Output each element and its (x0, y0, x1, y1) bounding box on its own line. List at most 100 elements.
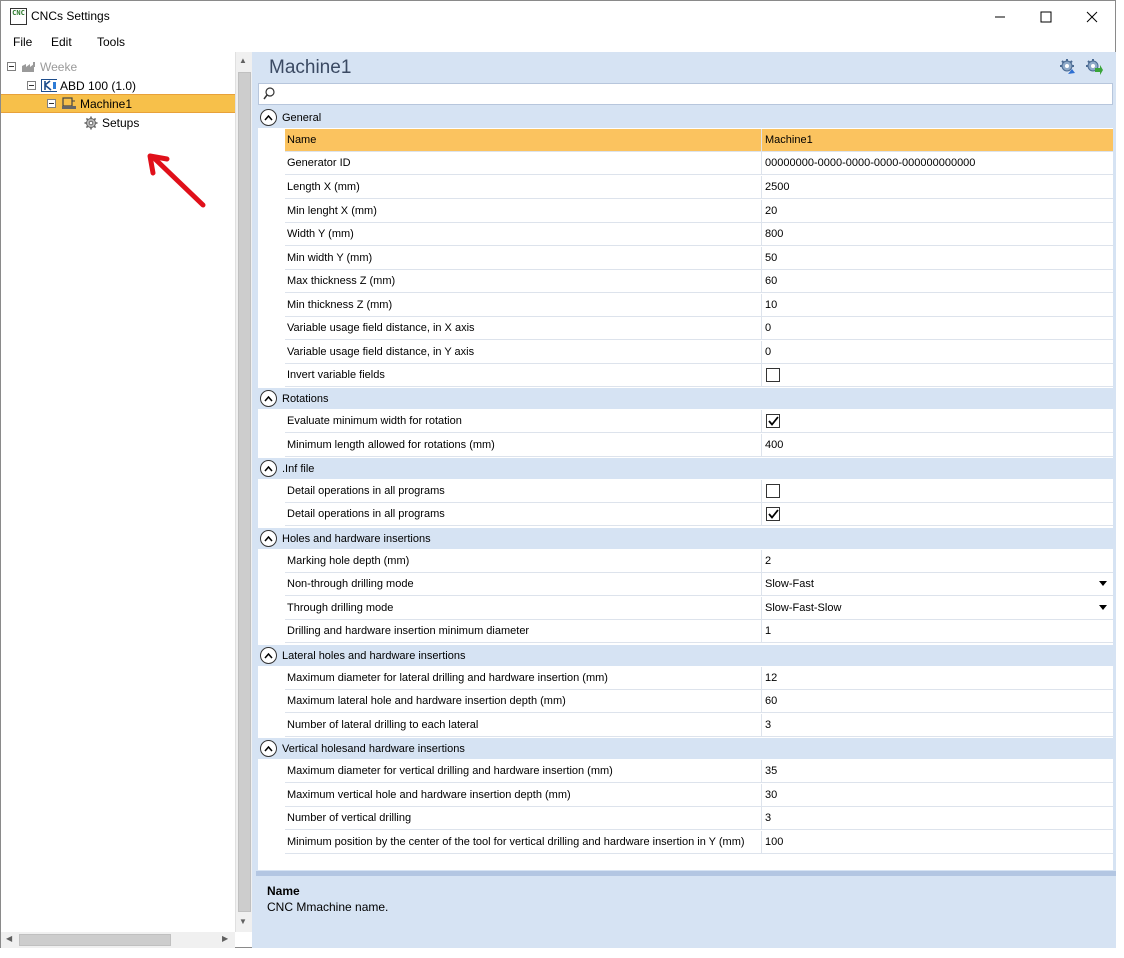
property-row[interactable]: Detail operations in all programs (285, 503, 1113, 526)
column-divider (761, 503, 762, 525)
tree-vertical-scrollbar[interactable]: ▲ ▼ (235, 52, 252, 932)
tree-node-machine1[interactable]: Machine1 (1, 94, 235, 113)
property-row[interactable]: Non-through drilling mode Slow-Fast (285, 573, 1113, 596)
close-button[interactable] (1069, 1, 1115, 32)
property-value[interactable]: 0 (765, 322, 771, 334)
tree-node-abd100[interactable]: ABD 100 (1.0) (27, 76, 136, 95)
invert-variable-fields-checkbox[interactable] (766, 368, 780, 382)
category-vertical-holes[interactable]: Vertical holesand hardware insertions (258, 738, 1113, 759)
property-row[interactable]: Min lenght X (mm) 20 (285, 200, 1113, 223)
category-general[interactable]: General (258, 107, 1113, 128)
menu-tools[interactable]: Tools (97, 35, 125, 49)
property-value[interactable]: 35 (765, 765, 777, 777)
apply-gear-icon[interactable] (1085, 58, 1103, 76)
scrollbar-thumb[interactable] (238, 72, 251, 912)
property-row[interactable]: Maximum diameter for lateral drilling an… (285, 667, 1113, 690)
property-row[interactable]: Minimum length allowed for rotations (mm… (285, 434, 1113, 457)
property-row[interactable]: Max thickness Z (mm) 60 (285, 270, 1113, 293)
property-row[interactable]: Through drilling mode Slow-Fast-Slow (285, 597, 1113, 620)
collapse-icon[interactable] (47, 99, 56, 108)
dropdown-arrow-icon[interactable] (1099, 581, 1107, 586)
scrollbar-thumb[interactable] (19, 934, 171, 946)
scroll-right-icon[interactable]: ▶ (222, 934, 228, 943)
through-drilling-select[interactable]: Slow-Fast-Slow (765, 602, 841, 614)
property-row[interactable]: Min width Y (mm) 50 (285, 247, 1113, 270)
property-value[interactable]: 0 (765, 346, 771, 358)
property-value[interactable]: 50 (765, 252, 777, 264)
property-value[interactable]: 2 (765, 555, 771, 567)
property-row[interactable]: Detail operations in all programs (285, 480, 1113, 503)
property-value[interactable]: 800 (765, 228, 783, 240)
window-title: CNCs Settings (31, 9, 110, 23)
column-divider (761, 317, 762, 339)
detail-operations-checkbox[interactable] (766, 507, 780, 521)
property-value[interactable]: 3 (765, 812, 771, 824)
property-row[interactable]: Maximum lateral hole and hardware insert… (285, 690, 1113, 713)
property-value[interactable]: 30 (765, 789, 777, 801)
property-row[interactable]: Marking hole depth (mm) 2 (285, 550, 1113, 573)
property-name: Detail operations in all programs (287, 485, 445, 497)
property-value[interactable]: Machine1 (765, 134, 813, 146)
property-name: Number of lateral drilling to each later… (287, 719, 479, 731)
property-name: Variable usage field distance, in X axis (287, 322, 475, 334)
property-value[interactable]: 00000000-0000-0000-0000-000000000000 (765, 157, 975, 169)
category-inf-file[interactable]: .Inf file (258, 458, 1113, 479)
property-row[interactable]: Maximum vertical hole and hardware inser… (285, 784, 1113, 807)
search-input[interactable] (281, 86, 1101, 102)
property-value[interactable]: 2500 (765, 181, 789, 193)
category-holes[interactable]: Holes and hardware insertions (258, 528, 1113, 549)
tree-node-setups[interactable]: Setups (83, 113, 139, 132)
property-row[interactable]: Drilling and hardware insertion minimum … (285, 620, 1113, 643)
scroll-left-icon[interactable]: ◀ (6, 934, 12, 943)
menu-edit[interactable]: Edit (51, 35, 72, 49)
scroll-up-icon[interactable]: ▲ (239, 56, 247, 65)
dropdown-arrow-icon[interactable] (1099, 605, 1107, 610)
property-row[interactable]: Width Y (mm) 800 (285, 223, 1113, 246)
property-value[interactable]: 60 (765, 275, 777, 287)
collapse-category-icon[interactable] (260, 109, 277, 126)
property-value[interactable]: 400 (765, 439, 783, 451)
collapse-category-icon[interactable] (260, 460, 277, 477)
column-divider (761, 223, 762, 245)
category-rotations[interactable]: Rotations (258, 388, 1113, 409)
property-row[interactable]: Length X (mm) 2500 (285, 176, 1113, 199)
property-row[interactable]: Generator ID 00000000-0000-0000-0000-000… (285, 152, 1113, 175)
property-value[interactable]: 10 (765, 299, 777, 311)
property-row-name[interactable]: Name Machine1 (285, 129, 1113, 152)
collapse-icon[interactable] (7, 62, 16, 71)
property-row[interactable]: Min thickness Z (mm) 10 (285, 294, 1113, 317)
property-row[interactable]: Evaluate minimum width for rotation (285, 410, 1113, 433)
property-row[interactable]: Number of vertical drilling 3 (285, 807, 1113, 830)
property-row[interactable]: Minimum position by the center of the to… (285, 831, 1113, 854)
property-row[interactable]: Number of lateral drilling to each later… (285, 714, 1113, 737)
collapse-icon[interactable] (27, 81, 36, 90)
detail-operations-checkbox[interactable] (766, 484, 780, 498)
property-row[interactable]: Invert variable fields (285, 364, 1113, 387)
non-through-drilling-select[interactable]: Slow-Fast (765, 578, 814, 590)
tree-node-weeke[interactable]: Weeke (7, 57, 77, 76)
category-lateral-holes[interactable]: Lateral holes and hardware insertions (258, 645, 1113, 666)
property-value[interactable]: 60 (765, 695, 777, 707)
property-value[interactable]: 12 (765, 672, 777, 684)
menu-file[interactable]: File (13, 35, 32, 49)
scroll-down-icon[interactable]: ▼ (239, 917, 247, 926)
property-value[interactable]: 1 (765, 625, 771, 637)
collapse-category-icon[interactable] (260, 390, 277, 407)
property-value[interactable]: 3 (765, 719, 771, 731)
property-name: Maximum diameter for lateral drilling an… (287, 672, 608, 684)
evaluate-min-width-checkbox[interactable] (766, 414, 780, 428)
collapse-category-icon[interactable] (260, 740, 277, 757)
search-bar (258, 83, 1113, 105)
property-row[interactable]: Maximum diameter for vertical drilling a… (285, 760, 1113, 783)
property-row[interactable]: Variable usage field distance, in X axis… (285, 317, 1113, 340)
maximize-button[interactable] (1023, 1, 1069, 32)
minimize-button[interactable] (977, 1, 1023, 32)
settings-gear-icon[interactable] (1058, 58, 1076, 76)
property-row[interactable]: Variable usage field distance, in Y axis… (285, 341, 1113, 364)
tree-horizontal-scrollbar[interactable]: ◀ ▶ (1, 932, 235, 948)
property-value[interactable]: 20 (765, 205, 777, 217)
checkmark-icon (767, 509, 779, 519)
collapse-category-icon[interactable] (260, 647, 277, 664)
property-value[interactable]: 100 (765, 836, 783, 848)
collapse-category-icon[interactable] (260, 530, 277, 547)
